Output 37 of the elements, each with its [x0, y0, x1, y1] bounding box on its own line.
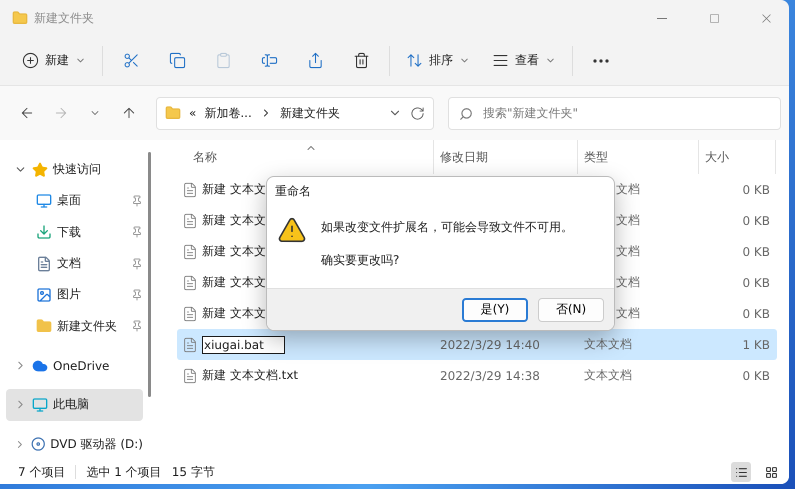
sidebar-label: 快速访问 [53, 161, 102, 178]
file-type: 文档 [615, 181, 641, 198]
sidebar-label: DVD 驱动器 (D:) [50, 436, 143, 453]
dialog-message: 如果改变文件扩展名，可能会导致文件不可用。 [321, 219, 573, 236]
sidebar-label: 此电脑 [53, 396, 90, 414]
modified-date: 2022/3/29 14:40 [439, 338, 541, 352]
selection-size: 15 字节 [172, 464, 215, 480]
item-count: 7 个项目 [18, 464, 66, 480]
sidebar-label: 下载 [57, 224, 82, 241]
dialog-title: 重命名 [274, 182, 312, 200]
file-name: 新建 文本文 [202, 212, 266, 229]
file-type: 文档 [615, 274, 641, 291]
sidebar-label: 图片 [57, 286, 82, 304]
sidebar-label: 桌面 [57, 192, 82, 210]
modified-date: 2022/3/29 14:38 [439, 368, 541, 382]
window-title: 新建文件夹 [34, 10, 95, 26]
file-name: 新建 文本文 [202, 243, 266, 260]
file-name: 新建 文本文档.txt [202, 367, 298, 384]
file-size: 0 KB [741, 306, 771, 320]
file-size: 0 KB [741, 276, 771, 290]
dialog-question: 确实要更改吗? [321, 252, 400, 269]
file-name: 新建 文本文 [202, 181, 266, 198]
file-name: 新建 文本文 [202, 305, 266, 322]
file-type: 文本文档 [583, 336, 633, 353]
selection-count: 选中 1 个项目 [86, 464, 162, 480]
sidebar-label: 文档 [57, 255, 82, 272]
file-type: 文本文档 [583, 367, 633, 384]
file-type: 文档 [615, 212, 641, 229]
file-size: 1 KB [741, 338, 771, 352]
file-size: 0 KB [741, 368, 771, 382]
file-size: 0 KB [741, 244, 771, 258]
file-size: 0 KB [741, 182, 771, 196]
file-type: 文档 [615, 243, 641, 260]
sidebar-label: OneDrive [53, 358, 110, 373]
file-size: 0 KB [741, 214, 771, 228]
sidebar-label: 新建文件夹 [57, 318, 118, 335]
file-name: 新建 文本文 [202, 274, 266, 291]
